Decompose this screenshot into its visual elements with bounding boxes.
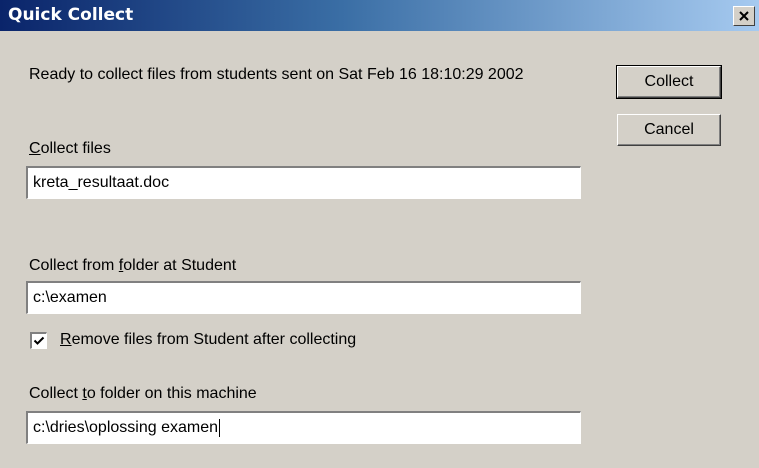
collect-files-label-text: ollect files — [40, 140, 111, 157]
remove-files-label[interactable]: Remove files from Student after collecti… — [60, 331, 356, 349]
student-folder-value: c:\examen — [33, 289, 107, 306]
cancel-button[interactable]: Cancel — [617, 114, 721, 146]
collect-files-input[interactable]: kreta_resultaat.doc — [26, 166, 581, 199]
local-folder-value: c:\dries\oplossing examen — [33, 419, 218, 436]
collect-button[interactable]: Collect — [616, 65, 722, 99]
local-folder-input[interactable]: c:\dries\oplossing examen — [26, 411, 581, 444]
title-bar[interactable]: Quick Collect — [0, 0, 759, 31]
text-cursor — [218, 418, 220, 437]
collect-files-accelerator: C — [29, 140, 41, 157]
quick-collect-dialog: Quick Collect Ready to collect files fro… — [0, 0, 759, 468]
window-title: Quick Collect — [8, 5, 134, 25]
local-folder-label-pre: Collect — [29, 385, 83, 402]
student-folder-input[interactable]: c:\examen — [26, 281, 581, 314]
remove-files-accelerator: R — [60, 331, 72, 348]
checkmark-icon — [33, 336, 45, 345]
collect-files-label: Collect files — [29, 140, 111, 158]
student-folder-label: Collect from folder at Student — [29, 257, 236, 275]
student-folder-label-pre: Collect from — [29, 257, 119, 274]
local-folder-label: Collect to folder on this machine — [29, 385, 257, 403]
local-folder-label-post: o folder on this machine — [86, 385, 257, 402]
collect-files-value: kreta_resultaat.doc — [33, 174, 170, 191]
remove-files-checkbox[interactable] — [30, 332, 47, 349]
remove-files-label-text: emove files from Student after collectin… — [71, 331, 357, 348]
status-message: Ready to collect files from students sen… — [29, 66, 524, 83]
close-icon — [739, 11, 749, 21]
close-button[interactable] — [733, 6, 755, 26]
student-folder-label-post: older at Student — [123, 257, 237, 274]
